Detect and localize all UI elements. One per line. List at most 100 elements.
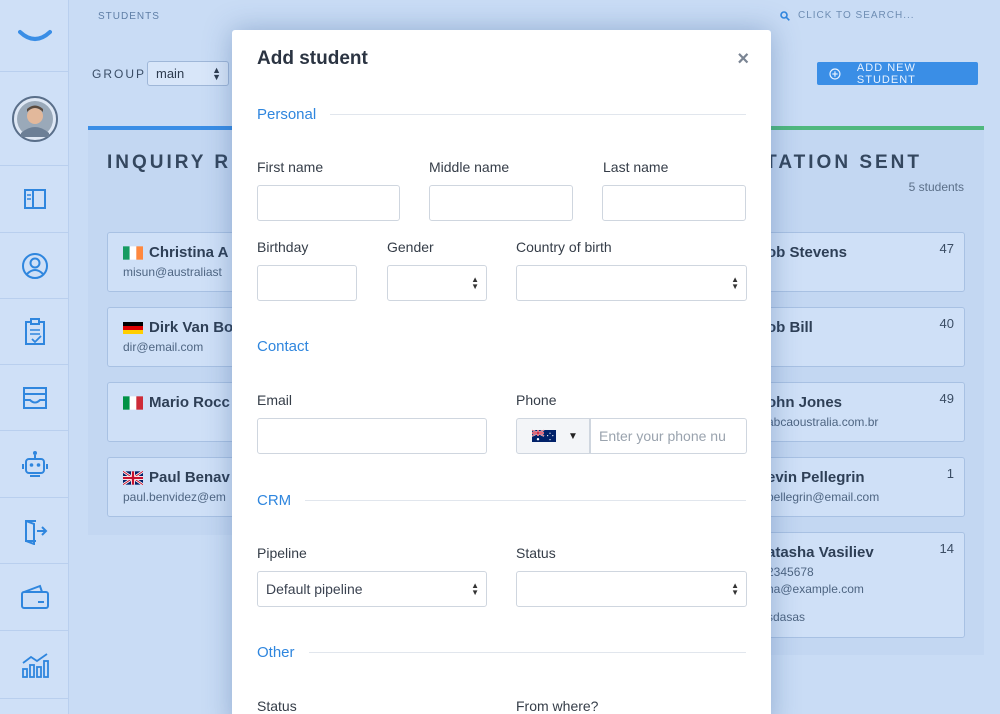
phone-field[interactable]: Enter your phone nu: [590, 418, 747, 454]
student-email: paul.benvidez@em: [123, 490, 226, 504]
pipeline-column-invitation-sent: TATION SENT 5 students ob Stevens 47 ob …: [746, 126, 984, 655]
ireland-flag-icon: [123, 245, 143, 260]
divider: [308, 652, 746, 653]
column-title: TATION SENT: [765, 152, 922, 173]
student-name: Dirk Van Bo: [149, 319, 234, 336]
dropdown-caret-icon: ▼: [568, 430, 578, 442]
avatar-cell[interactable]: [0, 72, 69, 166]
country-of-birth-label: Country of birth: [516, 239, 612, 255]
status-label: Status: [516, 545, 556, 561]
student-name: Christina A: [149, 244, 229, 261]
last-name-label: Last name: [603, 159, 669, 175]
pipeline-select[interactable]: Default pipeline ▲ ▼: [257, 571, 487, 607]
pipeline-select-value: Default pipeline: [266, 581, 363, 597]
modal-title: Add student: [257, 48, 368, 69]
divider: [330, 114, 746, 115]
select-arrows-icon: ▲ ▼: [471, 581, 479, 597]
student-card[interactable]: ohn Jones abcaoustralia.com.br 49: [746, 382, 965, 442]
exit-door-icon[interactable]: [0, 498, 69, 564]
add-new-student-label: ADD NEW STUDENT: [856, 61, 916, 86]
last-name-field[interactable]: [602, 185, 746, 221]
gender-select[interactable]: ▲ ▼: [387, 265, 487, 301]
italy-flag-icon: [123, 395, 143, 410]
student-card-name-row: Dirk Van Bo: [123, 319, 233, 336]
close-icon[interactable]: ×: [737, 48, 749, 71]
select-arrows-icon: ▲ ▼: [212, 65, 221, 82]
avatar[interactable]: [11, 95, 59, 143]
pipeline-label: Pipeline: [257, 545, 307, 561]
column-student-count: 5 students: [908, 180, 964, 194]
first-name-field[interactable]: [257, 185, 400, 221]
group-select-value: main: [156, 66, 185, 81]
student-name: evin Pellegrin: [767, 469, 865, 486]
pipeline-column-inquiry: INQUIRY R Christina A misun@australiast …: [88, 126, 267, 535]
status-select[interactable]: ▲ ▼: [516, 571, 747, 607]
search-bar[interactable]: CLICK TO SEARCH...: [780, 10, 915, 21]
search-input[interactable]: CLICK TO SEARCH...: [798, 10, 915, 21]
middle-name-label: Middle name: [429, 159, 510, 175]
uk-flag-icon: [123, 470, 143, 485]
column-title: INQUIRY R: [107, 152, 232, 173]
plus-circle-icon: [829, 67, 841, 80]
select-arrows-icon: ▲ ▼: [731, 581, 739, 597]
gender-label: Gender: [387, 239, 434, 255]
section-crm: CRM: [257, 492, 746, 509]
student-card-name-row: Christina A: [123, 244, 228, 261]
student-email: abcaoustralia.com.br: [767, 415, 879, 429]
section-personal: Personal: [257, 106, 746, 123]
student-card[interactable]: ob Bill 40: [746, 307, 965, 367]
student-name: atasha Vasiliev: [767, 544, 874, 561]
student-email: ha@example.com: [767, 582, 864, 596]
section-title: Personal: [257, 106, 317, 123]
first-name-label: First name: [257, 159, 324, 175]
section-title: CRM: [257, 492, 292, 509]
birthday-label: Birthday: [257, 239, 309, 255]
group-select[interactable]: main ▲ ▼: [147, 61, 229, 86]
student-name: Paul Benav: [149, 469, 230, 486]
student-name: Mario Rocc: [149, 394, 230, 411]
section-contact: Contact: [257, 338, 746, 355]
student-email: pellegrin@email.com: [767, 490, 880, 504]
phone-country-select[interactable]: ▼: [516, 418, 590, 454]
section-title: Other: [257, 644, 295, 661]
inbox-icon[interactable]: [0, 365, 69, 431]
middle-name-field[interactable]: [429, 185, 573, 221]
wallet-icon[interactable]: [0, 564, 69, 631]
book-icon[interactable]: [0, 166, 69, 233]
sidebar: [0, 0, 69, 714]
add-new-student-button[interactable]: ADD NEW STUDENT: [817, 61, 978, 86]
robot-icon[interactable]: [0, 431, 69, 498]
student-phone: 2345678: [767, 565, 814, 579]
germany-flag-icon: [123, 321, 143, 334]
divider: [305, 500, 746, 501]
student-card[interactable]: ob Stevens 47: [746, 232, 965, 292]
country-of-birth-select[interactable]: ▲ ▼: [516, 265, 747, 301]
logo-smile-icon[interactable]: [0, 0, 69, 72]
student-score: 1: [946, 466, 954, 481]
student-email: dir@email.com: [123, 340, 204, 354]
student-note: sdasas: [767, 610, 806, 624]
from-where-label: From where?: [516, 698, 599, 714]
student-card-name-row: Paul Benav: [123, 469, 230, 486]
student-card[interactable]: evin Pellegrin pellegrin@email.com 1: [746, 457, 965, 517]
birthday-field[interactable]: [257, 265, 357, 301]
email-label: Email: [257, 392, 293, 408]
select-arrows-icon: ▲ ▼: [471, 275, 479, 291]
student-card[interactable]: atasha Vasiliev 2345678 ha@example.com s…: [746, 532, 965, 638]
chart-bars-icon[interactable]: [0, 631, 69, 699]
clipboard-check-icon[interactable]: [0, 299, 69, 365]
add-student-modal: Add student × Personal First name Middle…: [232, 30, 771, 714]
select-arrows-icon: ▲ ▼: [731, 275, 739, 291]
student-name: ob Bill: [767, 319, 813, 336]
phone-label: Phone: [516, 392, 557, 408]
email-field[interactable]: [257, 418, 487, 454]
student-score: 14: [939, 541, 954, 556]
user-circle-icon[interactable]: [0, 233, 69, 299]
student-email: misun@australiast: [123, 265, 222, 279]
group-label: GROUP: [92, 67, 147, 81]
breadcrumb[interactable]: STUDENTS: [98, 11, 160, 22]
search-icon: [780, 10, 790, 21]
student-name: ohn Jones: [767, 394, 843, 411]
student-score: 49: [939, 391, 954, 406]
student-name: ob Stevens: [767, 244, 848, 261]
